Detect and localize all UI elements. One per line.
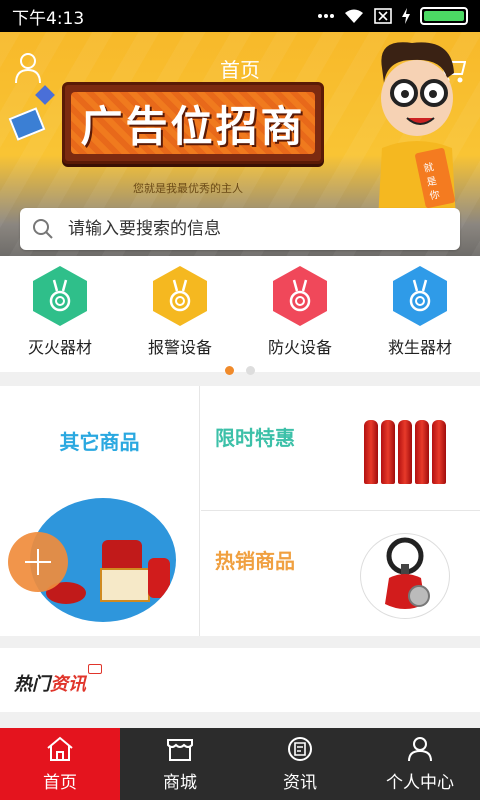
nav-store[interactable]: 商城 [120, 728, 240, 800]
hot-products-card[interactable]: 热销商品 [201, 511, 480, 636]
nav-home[interactable]: 首页 [0, 728, 120, 800]
category-fire-extinguishing[interactable]: 灭火器材 [10, 266, 110, 358]
category-label: 报警设备 [147, 338, 212, 357]
search-icon [33, 219, 53, 239]
medal-icon [153, 266, 207, 326]
hot-news-section[interactable]: 热门资讯 [0, 648, 480, 712]
category-fire-prevention[interactable]: 防火设备 [250, 266, 350, 358]
limited-offer-label: 限时特惠 [215, 426, 295, 450]
category-label: 灭火器材 [27, 338, 92, 357]
nav-label: 资讯 [283, 772, 317, 793]
medal-icon [273, 266, 327, 326]
category-lifesaving[interactable]: 救生器材 [370, 266, 470, 358]
category-label: 防火设备 [267, 338, 332, 357]
category-alarm[interactable]: 报警设备 [130, 266, 230, 358]
status-icons [318, 7, 468, 25]
nav-label: 首页 [43, 772, 77, 793]
bottom-nav: 首页 商城 资讯 个人中心 [0, 728, 480, 800]
home-icon [47, 736, 73, 761]
more-dots-icon [318, 14, 334, 18]
add-button[interactable] [8, 532, 68, 592]
store-icon [167, 738, 193, 761]
chat-bubble-icon [88, 664, 102, 674]
other-products-label: 其它商品 [59, 430, 140, 454]
battery-icon [420, 7, 468, 25]
fire-hydrant-valve-image [360, 533, 450, 619]
charging-icon [402, 8, 410, 24]
nav-label: 个人中心 [386, 772, 454, 793]
fire-cylinders-image [364, 410, 456, 484]
carousel-dot[interactable] [246, 366, 255, 375]
carousel-dot-active[interactable] [225, 366, 234, 375]
other-products-card[interactable]: 其它商品 [0, 386, 200, 636]
limited-offer-card[interactable]: 限时特惠 [201, 386, 480, 511]
hot-products-label: 热销商品 [215, 549, 295, 573]
category-grid: 灭火器材 报警设备 防火设备 救生器材 [0, 256, 480, 375]
nav-label: 商城 [163, 772, 197, 793]
hot-news-title: 热门资讯 [14, 674, 86, 695]
category-label: 救生器材 [387, 338, 452, 357]
carousel-indicator [0, 366, 480, 375]
sim-icon [374, 8, 392, 24]
search-input[interactable] [68, 219, 448, 239]
status-time: 下午4:13 [12, 8, 85, 29]
ad-slogan: 您就是我最优秀的主人 [133, 182, 243, 195]
news-icon [288, 736, 312, 761]
plus-icon [25, 549, 51, 575]
wifi-icon [345, 9, 363, 23]
medal-icon [33, 266, 87, 326]
search-bar[interactable] [20, 208, 460, 250]
medal-icon [393, 266, 447, 326]
ad-board: 广告位招商 [62, 82, 324, 164]
promo-section: 其它商品 限时特惠 热销商品 [0, 386, 480, 636]
nav-profile[interactable]: 个人中心 [360, 728, 480, 800]
ad-banner[interactable]: 首页 广告位招商 您就是我最优秀的主人 就 是 你 [0, 32, 480, 256]
person-icon [408, 736, 432, 761]
status-bar: 下午4:13 [0, 0, 480, 32]
nav-news[interactable]: 资讯 [240, 728, 360, 800]
ad-text: 广告位招商 [80, 101, 306, 151]
